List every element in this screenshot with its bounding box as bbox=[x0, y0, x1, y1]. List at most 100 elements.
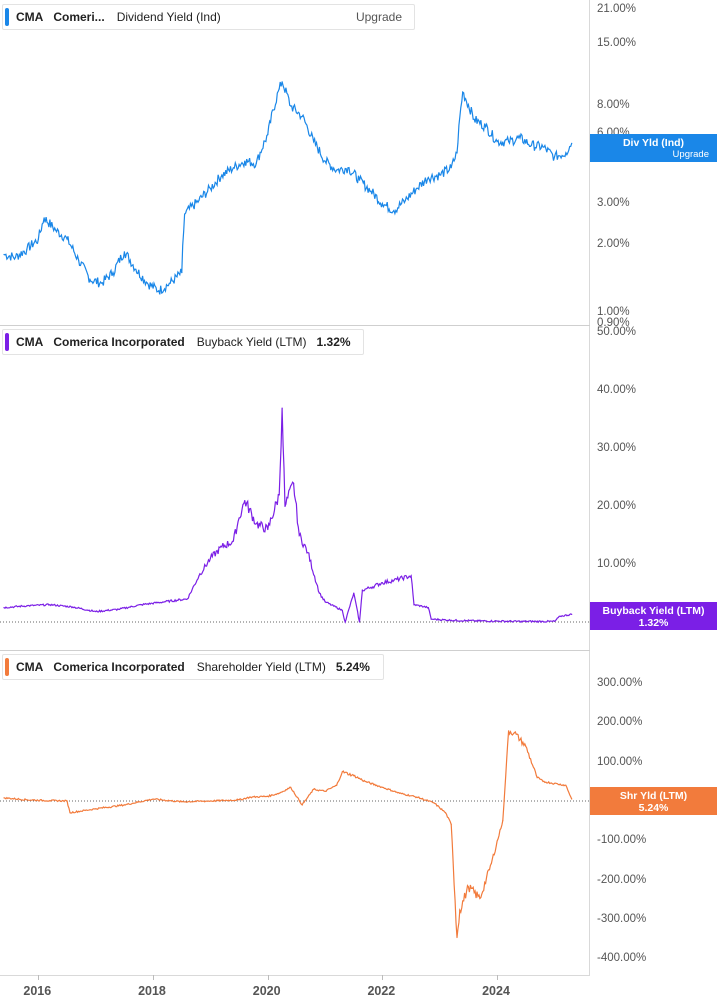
data-point bbox=[37, 238, 40, 240]
data-point bbox=[479, 897, 481, 900]
data-point bbox=[232, 540, 234, 542]
data-point bbox=[255, 523, 257, 525]
tag-upgrade[interactable]: Upgrade bbox=[590, 149, 717, 161]
data-point bbox=[358, 179, 361, 181]
data-point bbox=[209, 187, 211, 189]
data-point bbox=[112, 272, 114, 274]
shareholder-yield-legend[interactable]: CMA Comerica Incorporated Shareholder Yi… bbox=[2, 654, 384, 680]
data-point bbox=[49, 604, 51, 606]
data-point bbox=[353, 775, 355, 777]
y-tick-label: 20.00% bbox=[597, 500, 637, 512]
data-point bbox=[49, 800, 51, 802]
data-point bbox=[141, 604, 143, 606]
data-point bbox=[164, 601, 166, 603]
data-point bbox=[450, 823, 452, 825]
dividend-yield-legend[interactable]: CMA Comeri... Dividend Yield (Ind) Upgra… bbox=[2, 4, 415, 30]
data-point bbox=[519, 620, 521, 622]
tag-value: 1.32% bbox=[638, 617, 669, 629]
data-point bbox=[232, 167, 234, 169]
data-point bbox=[281, 407, 283, 409]
data-point bbox=[565, 152, 567, 154]
data-point bbox=[278, 494, 280, 496]
y-tick-label: 40.00% bbox=[597, 384, 637, 396]
x-tick-label: 2018 bbox=[138, 984, 166, 998]
data-point bbox=[43, 217, 45, 219]
data-point bbox=[255, 162, 257, 164]
data-point bbox=[542, 780, 544, 783]
data-point bbox=[525, 745, 527, 747]
data-point bbox=[559, 615, 561, 617]
dividend-yield-plot bbox=[3, 81, 573, 295]
data-point bbox=[324, 790, 326, 792]
data-point bbox=[318, 592, 320, 594]
data-point bbox=[290, 105, 292, 107]
data-point bbox=[381, 582, 383, 584]
legend-metric: Dividend Yield (Ind) bbox=[116, 10, 221, 24]
data-point bbox=[267, 795, 269, 797]
data-point bbox=[530, 144, 533, 146]
x-tick-mark bbox=[382, 975, 384, 980]
data-point bbox=[184, 213, 186, 215]
x-tick-mark bbox=[153, 975, 155, 980]
legend-company: Comerica Incorporated bbox=[53, 335, 185, 349]
legend-value: 1.32% bbox=[316, 335, 351, 349]
data-point bbox=[293, 482, 295, 484]
series-line bbox=[3, 730, 573, 938]
shareholder-yield-tag: Shr Yld (LTM) 5.24% bbox=[590, 787, 717, 815]
x-tick-label: 2022 bbox=[367, 984, 396, 998]
data-point bbox=[467, 886, 469, 888]
data-point bbox=[399, 792, 401, 794]
data-point bbox=[542, 146, 544, 148]
data-point bbox=[69, 812, 71, 814]
data-point bbox=[209, 557, 211, 559]
series-line bbox=[3, 81, 573, 295]
data-point bbox=[508, 140, 510, 143]
data-point bbox=[473, 118, 475, 120]
y-tick-label: 2.00% bbox=[597, 238, 630, 250]
data-point bbox=[118, 608, 120, 610]
data-point bbox=[519, 137, 521, 139]
data-point bbox=[430, 618, 432, 620]
legend-upgrade-link[interactable]: Upgrade bbox=[356, 10, 402, 24]
x-tick-mark bbox=[497, 975, 499, 980]
data-point bbox=[95, 808, 97, 810]
data-point bbox=[72, 606, 74, 608]
data-point bbox=[565, 784, 567, 786]
data-point bbox=[571, 798, 573, 800]
y-tick-label: 100.00% bbox=[597, 756, 643, 768]
y-tick-label: -200.00% bbox=[597, 874, 647, 886]
data-point bbox=[490, 862, 492, 864]
data-point bbox=[462, 91, 464, 93]
x-tick-mark bbox=[38, 975, 40, 980]
data-point bbox=[186, 598, 189, 600]
data-point bbox=[135, 268, 137, 270]
legend-company: Comerica Incorporated bbox=[53, 660, 185, 674]
data-point bbox=[358, 621, 361, 623]
data-point bbox=[496, 140, 498, 143]
data-point bbox=[353, 592, 355, 594]
data-point bbox=[336, 784, 338, 786]
data-point bbox=[198, 575, 200, 577]
data-point bbox=[198, 199, 200, 201]
tag-title: Div Yld (Ind) bbox=[622, 137, 685, 149]
y-tick-label: 8.00% bbox=[597, 99, 630, 111]
buyback-yield-panel: CMA Comerica Incorporated Buyback Yield … bbox=[0, 325, 717, 650]
tag-value: 5.24% bbox=[638, 802, 669, 814]
x-tick-label: 2016 bbox=[23, 984, 52, 998]
tag-title: Buyback Yield (LTM) bbox=[602, 605, 705, 617]
series-line bbox=[3, 408, 572, 624]
y-tick-label: -300.00% bbox=[597, 913, 647, 925]
data-point bbox=[416, 187, 418, 189]
data-point bbox=[281, 81, 283, 83]
data-point bbox=[26, 605, 28, 607]
data-point bbox=[158, 290, 160, 292]
data-point bbox=[456, 936, 458, 939]
data-point bbox=[66, 238, 68, 240]
data-point bbox=[152, 798, 154, 800]
buyback-yield-legend[interactable]: CMA Comerica Incorporated Buyback Yield … bbox=[2, 329, 364, 355]
data-point bbox=[370, 586, 372, 588]
data-point bbox=[381, 786, 383, 788]
data-point bbox=[444, 812, 447, 814]
data-point bbox=[209, 800, 211, 802]
data-point bbox=[3, 253, 5, 256]
